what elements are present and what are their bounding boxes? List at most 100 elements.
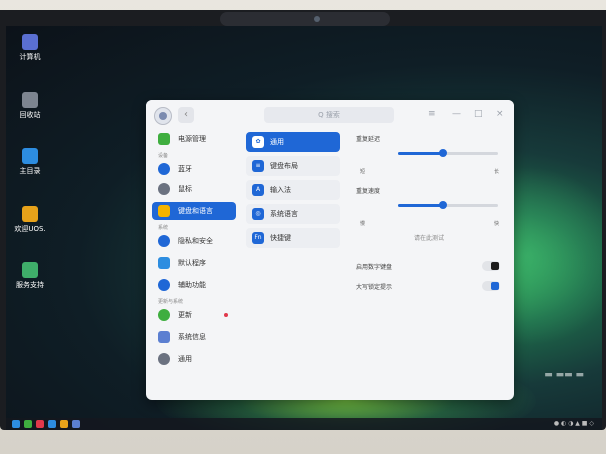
capslock-toggle[interactable]	[482, 281, 500, 291]
sidebar-item-privacy[interactable]: 隐私和安全	[152, 232, 236, 250]
submenu-item-label: 通用	[270, 138, 284, 146]
repeat-rate-label: 重复速度	[356, 188, 381, 195]
repeat-rate-slider[interactable]	[398, 201, 498, 209]
repeat-delay-min: 短	[360, 169, 366, 175]
desktop-icon-label: 欢迎UOS.	[14, 225, 46, 233]
laptop-body: 计算机 回收站 主目录 欢迎UOS. 服务支持 ▬ ▬▬ ▬ ‹ Q 搜索 ≡	[0, 0, 606, 454]
mouse-icon	[158, 183, 170, 195]
update-icon	[158, 309, 170, 321]
back-button[interactable]: ‹	[178, 107, 194, 123]
camera-icon	[314, 16, 320, 22]
numlock-toggle[interactable]	[482, 261, 500, 271]
sidebar-item-mouse[interactable]: 鼠标	[152, 180, 236, 198]
sidebar-item-label: 系统信息	[178, 333, 206, 341]
keyboard-submenu: ✿ 通用 ≡ 键盘布局 A 输入法 ◎ 系统语言 Fn 快捷键	[242, 130, 342, 400]
fn-key-icon: Fn	[252, 232, 264, 244]
submenu-item-shortcuts[interactable]: Fn 快捷键	[246, 228, 340, 248]
sidebar-item-label: 隐私和安全	[178, 237, 213, 245]
browser-icon[interactable]	[36, 420, 44, 428]
sidebar-item-update[interactable]: 更新	[152, 306, 236, 324]
support-icon	[22, 262, 38, 278]
desktop-icon-label: 计算机	[19, 53, 41, 61]
repeat-delay-label: 重复延迟	[356, 136, 381, 143]
desktop-icon-support[interactable]: 服务支持	[8, 262, 52, 290]
file-manager-icon[interactable]	[48, 420, 56, 428]
launcher-icon[interactable]	[12, 420, 20, 428]
capslock-label: 大写锁定提示	[356, 284, 393, 291]
slider-handle[interactable]	[439, 149, 447, 157]
slider-fill	[398, 152, 443, 155]
multitask-icon[interactable]	[24, 420, 32, 428]
capslock-row: 大写锁定提示	[350, 278, 506, 294]
submenu-item-label: 键盘布局	[270, 162, 298, 170]
menu-button[interactable]: ≡	[428, 108, 436, 120]
sidebar-item-power[interactable]: 电源管理	[152, 130, 236, 148]
repeat-delay-max: 长	[494, 169, 500, 175]
desktop-icon-label: 服务支持	[16, 281, 44, 289]
input-method-icon: A	[252, 184, 264, 196]
submenu-item-layout[interactable]: ≡ 键盘布局	[246, 156, 340, 176]
control-center-window: ‹ Q 搜索 ≡ — □ × 电源管理 设备 蓝牙 鼠标 键盘和语言 系统 隐私…	[146, 100, 514, 400]
shield-icon	[158, 235, 170, 247]
bluetooth-icon	[158, 163, 170, 175]
numlock-row: 启用数字键盘	[350, 258, 506, 274]
repeat-rate-min: 慢	[360, 221, 366, 227]
search-input[interactable]: Q 搜索	[264, 107, 394, 123]
desktop-icon-label: 主目录	[19, 167, 41, 175]
repeat-rate-max: 快	[494, 221, 500, 227]
sidebar-item-label: 更新	[178, 311, 192, 319]
gear-icon: ✿	[252, 136, 264, 148]
system-info-icon	[158, 331, 170, 343]
watermark-text: ▬ ▬▬ ▬	[544, 370, 584, 380]
submenu-item-input-method[interactable]: A 输入法	[246, 180, 340, 200]
sidebar-item-default-apps[interactable]: 默认程序	[152, 254, 236, 272]
keyboard-icon	[158, 205, 170, 217]
slider-fill	[398, 204, 443, 207]
maximize-button[interactable]: □	[474, 108, 483, 120]
sidebar-item-bluetooth[interactable]: 蓝牙	[152, 160, 236, 178]
system-tray[interactable]: ● ◐ ◑ ▲ ■ ◇	[554, 420, 594, 428]
camera-notch	[220, 12, 390, 26]
general-icon	[158, 353, 170, 365]
app-store-icon[interactable]	[60, 420, 68, 428]
submenu-item-label: 快捷键	[270, 234, 291, 242]
sidebar-item-accessibility[interactable]: 辅助功能	[152, 276, 236, 294]
desktop-icon-trash[interactable]: 回收站	[8, 92, 52, 120]
submenu-item-general[interactable]: ✿ 通用	[246, 132, 340, 152]
repeat-delay-slider[interactable]	[398, 149, 498, 157]
test-input[interactable]: 请在此测试	[356, 232, 502, 246]
computer-icon	[22, 34, 38, 50]
sidebar-item-label: 蓝牙	[178, 165, 192, 173]
title-bar: ‹ Q 搜索 ≡ — □ ×	[146, 100, 514, 130]
desktop-icon-welcome[interactable]: 欢迎UOS.	[8, 206, 52, 234]
desktop-screen: 计算机 回收站 主目录 欢迎UOS. 服务支持 ▬ ▬▬ ▬ ‹ Q 搜索 ≡	[6, 26, 602, 430]
notification-dot	[224, 313, 228, 317]
desktop-icon-label: 回收站	[19, 111, 41, 119]
control-center-logo-icon	[154, 107, 172, 125]
minimize-button[interactable]: —	[452, 108, 461, 120]
keyboard-layout-icon: ≡	[252, 160, 264, 172]
desktop-icon-home[interactable]: 主目录	[8, 148, 52, 176]
sidebar-item-label: 键盘和语言	[178, 207, 213, 215]
globe-icon: ◎	[252, 208, 264, 220]
sidebar-item-keyboard[interactable]: 键盘和语言	[152, 202, 236, 220]
close-button[interactable]: ×	[496, 108, 504, 120]
sidebar: 电源管理 设备 蓝牙 鼠标 键盘和语言 系统 隐私和安全 默认程序 辅助功能 更…	[146, 130, 238, 400]
sidebar-item-general[interactable]: 通用	[152, 350, 236, 368]
desktop-icon-computer[interactable]: 计算机	[8, 34, 52, 62]
toggle-knob	[491, 262, 499, 270]
accessibility-icon	[158, 279, 170, 291]
sidebar-group-devices: 设备	[158, 153, 169, 159]
default-apps-icon	[158, 257, 170, 269]
submenu-item-language[interactable]: ◎ 系统语言	[246, 204, 340, 224]
sidebar-group-system: 系统	[158, 225, 169, 231]
sidebar-item-label: 辅助功能	[178, 281, 206, 289]
keyboard-general-settings: 重复延迟 短 长 重复速度 慢 快 请在此测试 启用数字键盘 大写锁定提示	[350, 130, 510, 400]
home-folder-icon	[22, 148, 38, 164]
control-center-icon[interactable]	[72, 420, 80, 428]
welcome-icon	[22, 206, 38, 222]
slider-handle[interactable]	[439, 201, 447, 209]
sidebar-item-system-info[interactable]: 系统信息	[152, 328, 236, 346]
sidebar-item-label: 默认程序	[178, 259, 206, 267]
trash-icon	[22, 92, 38, 108]
